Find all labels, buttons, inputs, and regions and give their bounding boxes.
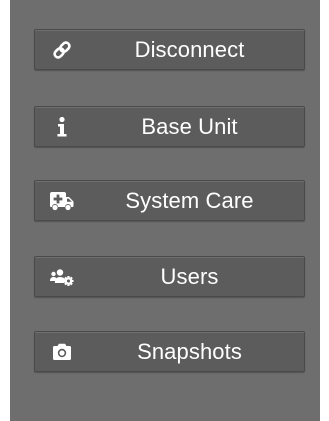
menu-panel: Disconnect Base Unit System Care Users S…	[10, 0, 320, 421]
link-icon	[49, 30, 75, 69]
system-care-button[interactable]: System Care	[34, 180, 305, 221]
camera-icon	[49, 332, 75, 371]
base-unit-button[interactable]: Base Unit	[34, 106, 305, 147]
info-icon	[49, 107, 75, 146]
ambulance-icon	[49, 181, 75, 220]
system-care-label: System Care	[125, 187, 254, 213]
users-gear-icon	[49, 257, 75, 296]
disconnect-button[interactable]: Disconnect	[34, 29, 305, 70]
snapshots-button[interactable]: Snapshots	[34, 331, 305, 372]
disconnect-label: Disconnect	[134, 36, 245, 62]
snapshots-label: Snapshots	[137, 338, 242, 364]
users-button[interactable]: Users	[34, 256, 305, 297]
users-label: Users	[160, 263, 219, 289]
base-unit-label: Base Unit	[141, 113, 238, 139]
